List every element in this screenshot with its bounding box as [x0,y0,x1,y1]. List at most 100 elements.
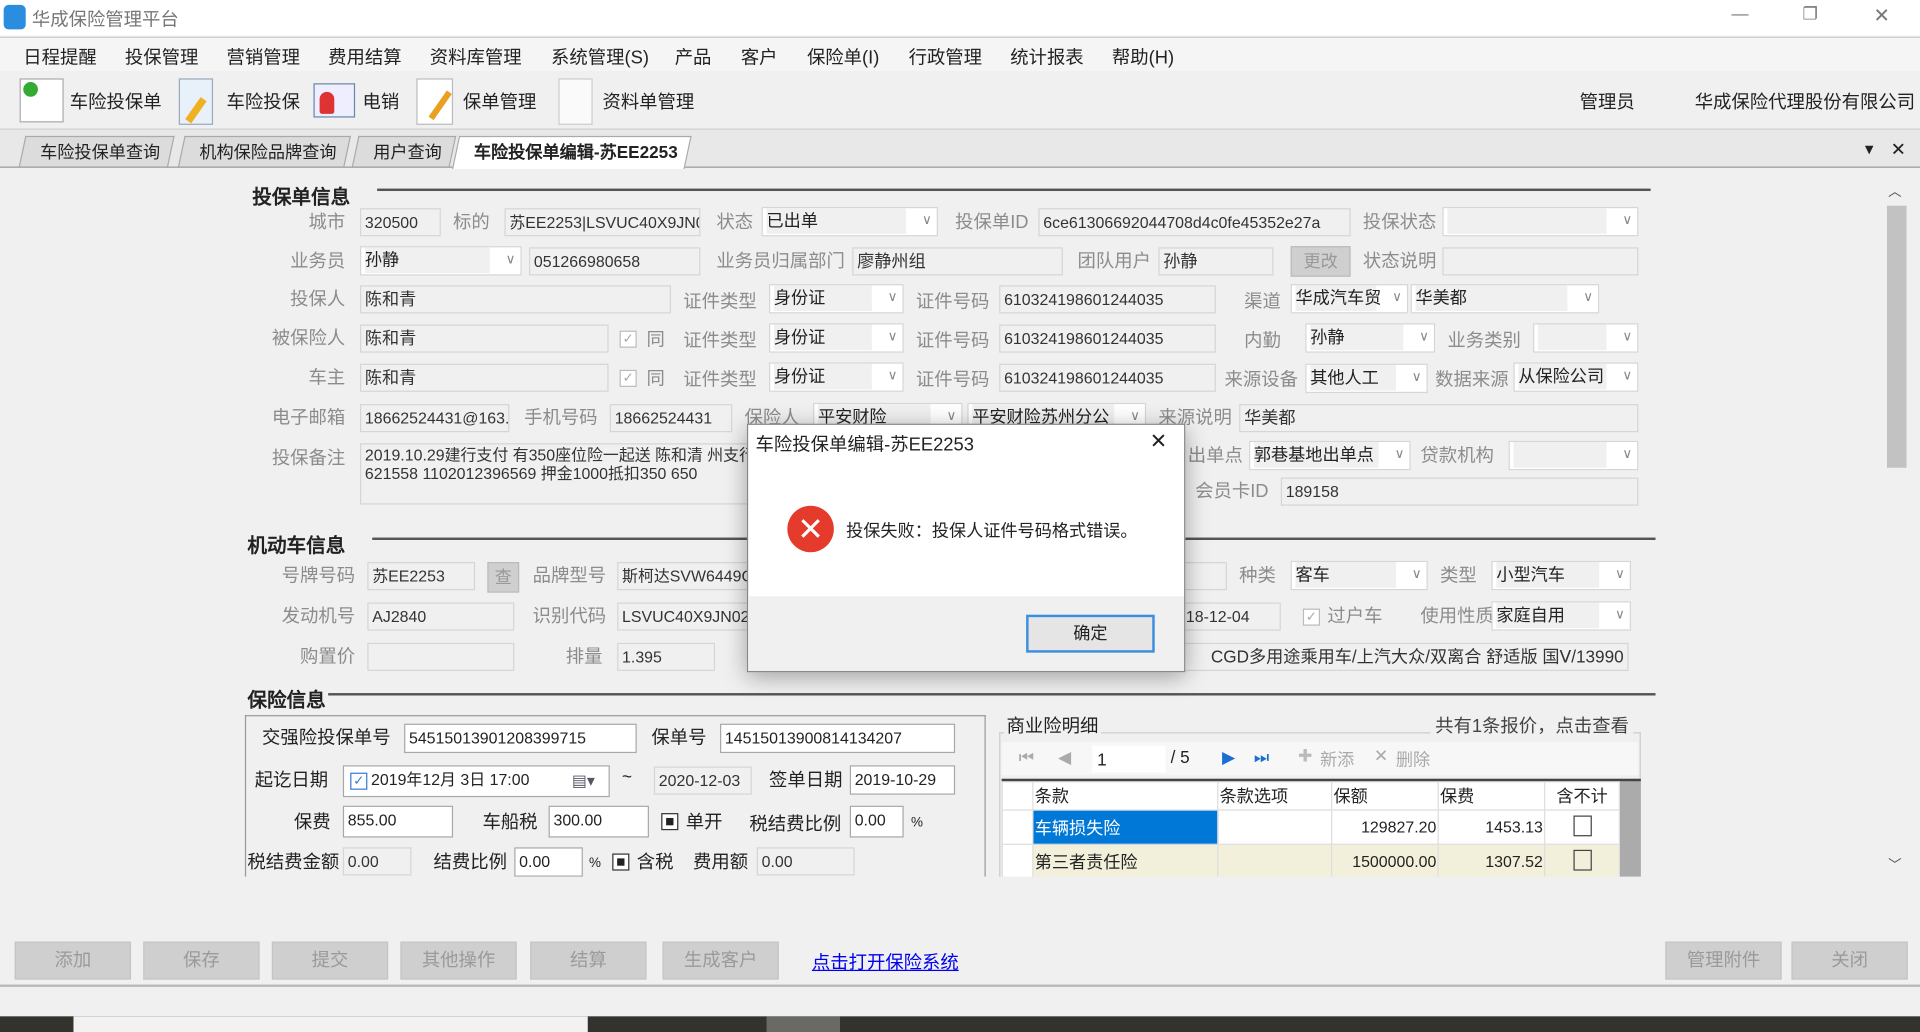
close-window-button[interactable]: ✕ [1873,4,1889,28]
add-row-button[interactable]: 新添 [1320,747,1354,771]
tab-car-application-edit[interactable]: 车险投保单编辑-苏EE2253 [451,135,693,169]
channel-select[interactable]: 华成汽车贸 ∨ [1290,284,1409,314]
insured-idtype-select[interactable]: 身份证 ∨ [768,323,904,353]
tax-included-checkbox[interactable] [612,853,630,871]
sign-date-field[interactable]: 2019-10-29 [849,765,956,795]
prev-page-icon[interactable]: ◀ [1058,747,1071,768]
clerk-select[interactable]: 孙静 ∨ [1305,323,1436,353]
owner-idno-field[interactable]: 610324198601244035 [999,363,1216,392]
taskbar-search[interactable] [73,1016,588,1032]
fee-amount-field[interactable]: 0.00 [342,847,412,876]
agent-select[interactable]: 孙静 ∨ [360,246,522,276]
target-field[interactable]: 苏EE2253|LSVUC40X9JN0 [504,208,701,237]
owner-field[interactable]: 陈和青 [360,363,609,392]
toolbar-telesales[interactable]: 电销 [362,88,399,114]
city-field[interactable]: 320500 [360,208,441,237]
tab-list-dropdown[interactable]: ▾ [1865,138,1874,159]
member-field[interactable]: 189158 [1280,477,1639,506]
table-row[interactable]: 车辆损失险 129827.20 1453.13 [1001,809,1621,845]
option-cell[interactable] [1217,809,1333,845]
non-deductible-checkbox[interactable] [1572,849,1592,871]
last-page-icon[interactable]: ⏭ [1254,747,1269,768]
table-row[interactable]: 第三者责任险 1500000.00 1307.52 [1001,843,1621,877]
open-insurance-system-link[interactable]: 点击打开保险系统 [812,949,959,975]
premium-field[interactable]: 855.00 [342,805,454,838]
tab-car-application-query[interactable]: 车险投保单查询 [18,135,175,167]
vehicle-description-field[interactable]: CGD多用途乘用车/上汽大众/双离合 舒适版 国Ⅴ/13990 [1151,642,1629,672]
menu-system[interactable]: 系统管理(S) [551,44,649,70]
insured-field[interactable]: 陈和青 [360,324,609,353]
close-tab-button[interactable]: ✕ [1891,138,1906,161]
change-button[interactable]: 更改 [1290,246,1351,277]
column-header[interactable]: 含不计 [1544,781,1621,811]
policy-no-field[interactable]: 14515013900814134207 [720,723,956,754]
engine-field[interactable]: AJ2840 [367,602,515,631]
generate-customer-button[interactable]: 生成客户 [662,941,779,980]
other-actions-button[interactable]: 其他操作 [400,941,517,980]
column-header[interactable]: 保额 [1331,781,1439,811]
taskbar-app[interactable] [766,1016,841,1032]
usage-select[interactable]: 家庭自用 ∨ [1491,601,1632,631]
toolbar-car-application[interactable]: 车险投保单 [70,88,162,114]
start-date-checkbox[interactable]: ✓ [350,772,368,790]
column-header[interactable]: 条款 [1032,781,1219,811]
dialog-close-button[interactable]: ✕ [1150,430,1167,454]
menu-fees[interactable]: 费用结算 [328,44,401,70]
minimize-button[interactable]: — [1731,4,1748,24]
insure-status-select[interactable]: ∨ [1442,206,1639,237]
dept-field[interactable]: 廖静州组 [852,247,1063,276]
type-select[interactable]: 小型汽车 ∨ [1491,560,1632,591]
vessel-tax-field[interactable]: 300.00 [548,805,649,838]
menu-insure[interactable]: 投保管理 [125,44,198,70]
start-date-picker[interactable]: ✓ 2019年12月 3日 17:00 ▤▾ [342,765,610,798]
non-deductible-checkbox[interactable] [1572,814,1592,836]
menu-library[interactable]: 资料库管理 [430,44,522,70]
policy-id-field[interactable]: 6ce61306692044708d4c0fe45352e27a [1038,208,1351,237]
menu-reports[interactable]: 统计报表 [1010,44,1083,70]
settle-ratio-field[interactable]: 0.00 [514,847,583,877]
tab-brand-query[interactable]: 机构保险品牌查询 [177,135,352,167]
applicant-idno-field[interactable]: 610324198601244035 [999,285,1216,314]
ci-no-field[interactable]: 54515013901208399715 [404,723,637,754]
menu-admin[interactable]: 行政管理 [909,44,982,70]
menu-help[interactable]: 帮助(H) [1112,44,1174,70]
end-date-field[interactable]: 2020-12-03 [653,766,752,795]
status-select[interactable]: 已出单 ∨ [761,206,938,237]
page-input[interactable]: 1 [1092,745,1166,773]
vertical-scrollbar[interactable]: ︿ ﹀ [1885,181,1908,877]
close-button[interactable]: 关闭 [1791,941,1908,980]
plate-query-button[interactable]: 查 [487,562,520,593]
fee-ratio-field[interactable]: 0.00 [849,805,904,838]
status-desc-field[interactable] [1442,247,1639,276]
transfer-checkbox[interactable]: ✓ [1302,608,1321,626]
biz-type-select[interactable]: ∨ [1533,323,1639,353]
remark-textarea[interactable]: 2019.10.29建行支付 有350座位险一起送 陈和清 州支行 621558… [360,443,765,505]
datasrc-select[interactable]: 从保险公司 ∨ [1513,362,1639,392]
scrollbar-thumb[interactable] [1886,205,1907,468]
option-cell[interactable] [1217,843,1333,877]
mobile-field[interactable]: 18662524431 [609,404,733,433]
tab-user-query[interactable]: 用户查询 [351,135,457,167]
toolbar-documents[interactable]: 资料单管理 [602,88,694,114]
loan-select[interactable]: ∨ [1508,440,1639,471]
owner-idtype-select[interactable]: 身份证 ∨ [768,362,904,392]
premium-cell[interactable]: 1453.13 [1437,809,1546,845]
menu-product[interactable]: 产品 [675,44,712,70]
save-button[interactable]: 保存 [143,941,260,980]
model-field[interactable]: 斯柯达SVW6449C [617,562,765,591]
column-header[interactable]: 保费 [1437,781,1546,811]
menu-schedule[interactable]: 日程提醒 [23,44,96,70]
premium-cell[interactable]: 1307.52 [1437,843,1546,877]
next-page-icon[interactable]: ▶ [1222,747,1235,768]
toolbar-car-insure[interactable]: 车险投保 [227,88,300,114]
applicant-idtype-select[interactable]: 身份证 ∨ [768,284,904,314]
manage-attachments-button[interactable]: 管理附件 [1665,941,1782,980]
email-field[interactable]: 18662524431@163. [360,404,510,433]
clause-cell[interactable]: 第三者责任险 [1032,843,1219,877]
menu-policy[interactable]: 保险单(I) [807,44,879,70]
kind-select[interactable]: 客车 ∨ [1290,560,1428,591]
menu-customer[interactable]: 客户 [741,44,778,70]
vin-field[interactable]: LSVUC40X9JN021 [617,602,765,631]
add-button[interactable]: 添加 [14,941,132,980]
settle-button[interactable]: 结算 [530,941,647,980]
